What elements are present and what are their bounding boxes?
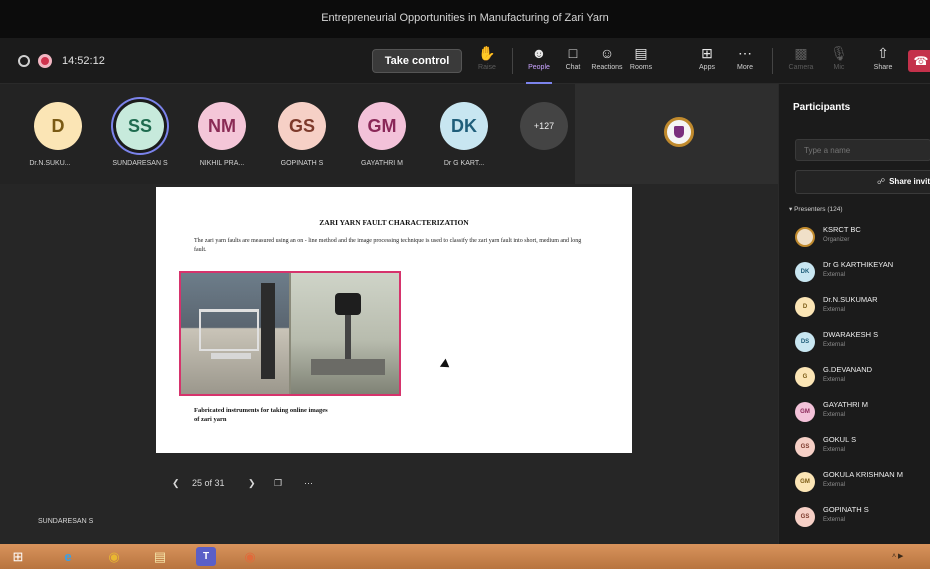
camera-icon: ▩: [794, 45, 808, 61]
avatar[interactable]: GS: [278, 102, 326, 150]
avatar[interactable]: D: [34, 102, 82, 150]
avatar: DS: [795, 332, 815, 352]
avatar-name: SUNDARESAN S: [112, 160, 168, 167]
participant-row[interactable]: D Dr.N.SUKUMAR External: [795, 295, 930, 325]
avatar-active-speaker[interactable]: SS: [116, 102, 164, 150]
participant-row[interactable]: G G.DEVANAND External: [795, 365, 930, 395]
participant-row[interactable]: GM GAYATHRI M External: [795, 400, 930, 430]
people-button[interactable]: ☻ People: [522, 44, 556, 84]
avatar-name: Dr.N.SUKU...: [29, 160, 71, 167]
slide-overview-icon[interactable]: ❐: [274, 478, 282, 489]
photo-left: [181, 273, 289, 394]
rooms-button[interactable]: ▤ Rooms: [624, 44, 658, 80]
reactions-button[interactable]: ☺ Reactions: [590, 44, 624, 80]
slide-title: ZARI YARN FAULT CHARACTERIZATION: [319, 218, 469, 227]
internet-explorer-icon[interactable]: e: [58, 547, 78, 566]
participant-row[interactable]: GM GOKULA KRISHNAN M External: [795, 470, 930, 500]
participants-panel: Participants ☍Share invit ▾ Presenters (…: [778, 84, 930, 544]
slide-counter: 25 of 31: [192, 478, 225, 488]
avatar-name: GOPINATH S: [280, 160, 324, 167]
slide-caption: Fabricated instruments for taking online…: [194, 406, 394, 424]
meeting-toolbar: 14:52:12 Take control ✋ Raise ☻ People □…: [0, 38, 930, 84]
apps-icon: ⊞: [701, 45, 713, 61]
shared-content-stage: ZARI YARN FAULT CHARACTERIZATION The zar…: [0, 184, 778, 544]
avatar: GM: [795, 402, 815, 422]
add-person-icon: ☍: [876, 177, 886, 186]
system-tray[interactable]: ˄ ▶: [892, 552, 903, 560]
participant-avatar-strip: D Dr.N.SUKU... SS SUNDARESAN S NM NIKHIL…: [0, 84, 778, 184]
next-slide-button[interactable]: ❯: [248, 478, 256, 489]
photo-right: [291, 273, 399, 394]
avatar-name: NIKHIL PRA...: [199, 160, 245, 167]
people-icon: ☻: [531, 45, 547, 61]
chat-button[interactable]: □ Chat: [556, 44, 590, 80]
raise-hand-icon: ✋: [478, 45, 496, 61]
share-icon: ⇧: [877, 45, 889, 61]
avatar: D: [795, 297, 815, 317]
participant-row[interactable]: DS DWARAKESH S External: [795, 330, 930, 360]
avatar[interactable]: DK: [440, 102, 488, 150]
instrument-photo: [179, 271, 401, 396]
rooms-icon: ▤: [634, 45, 648, 61]
share-button[interactable]: ⇧ Share: [866, 44, 900, 80]
slide-caption-line: of zari yarn: [194, 416, 227, 423]
phone-hangup-icon: ☎: [913, 54, 929, 68]
share-invite-button[interactable]: ☍ Share invit: [795, 170, 930, 194]
chat-icon: □: [568, 45, 578, 61]
participant-row[interactable]: GS GOPINATH S External: [795, 505, 930, 535]
slide-more-button[interactable]: ⋯: [304, 478, 313, 489]
avatar[interactable]: GM: [358, 102, 406, 150]
mic-icon: 🎙: [830, 45, 848, 61]
avatar-name: Dr G KART...: [443, 160, 485, 167]
slide-caption-line: Fabricated instruments for taking online…: [194, 407, 328, 414]
teams-icon[interactable]: T: [196, 547, 216, 566]
file-explorer-icon[interactable]: ▤: [150, 547, 170, 566]
reactions-icon: ☺: [599, 45, 615, 61]
previous-slide-button[interactable]: ❮: [172, 478, 180, 489]
more-button[interactable]: ⋯ More: [728, 44, 762, 80]
chrome-icon[interactable]: ◉: [104, 547, 124, 566]
raise-hand-button[interactable]: ✋ Raise: [470, 44, 504, 80]
camera-button[interactable]: ▩ Camera: [784, 44, 818, 80]
participant-row[interactable]: GS GOKUL S External: [795, 435, 930, 465]
college-logo-icon: [664, 117, 694, 147]
mic-button[interactable]: 🎙 Mic: [822, 44, 856, 80]
chrome-profile-icon[interactable]: ◉: [240, 547, 260, 566]
panel-title: Participants: [793, 102, 851, 113]
meeting-timer: 14:52:12: [62, 55, 105, 67]
window-title: Entrepreneurial Opportunities in Manufac…: [321, 12, 609, 24]
avatar: G: [795, 367, 815, 387]
more-icon: ⋯: [738, 45, 752, 61]
teams-meeting-window: Entrepreneurial Opportunities in Manufac…: [0, 0, 930, 569]
title-bar: Entrepreneurial Opportunities in Manufac…: [0, 0, 930, 38]
presentation-slide: ZARI YARN FAULT CHARACTERIZATION The zar…: [156, 187, 632, 453]
recording-icon: [38, 54, 52, 68]
windows-start-icon[interactable]: ⊞: [8, 547, 28, 566]
organizer-logo-icon: [795, 227, 815, 247]
organizer-video-tile[interactable]: [575, 84, 778, 184]
windows-taskbar: ⊞ e ◉ ▤ T ◉ ˄ ▶: [0, 544, 930, 569]
toolbar-divider: [772, 48, 773, 74]
participant-row[interactable]: DK Dr G KARTHIKEYAN External: [795, 260, 930, 290]
avatar-name: GAYATHRI M: [361, 160, 403, 167]
more-participants-button[interactable]: +127: [520, 102, 568, 150]
take-control-button[interactable]: Take control: [372, 49, 462, 73]
avatar: GM: [795, 472, 815, 492]
presenter-name-label: SUNDARESAN S: [38, 518, 94, 525]
participant-search-input[interactable]: [795, 139, 930, 161]
slide-body-text: The zari yarn faults are measured using …: [194, 238, 582, 253]
leave-call-button[interactable]: ☎: [908, 50, 930, 72]
apps-button[interactable]: ⊞ Apps: [690, 44, 724, 80]
toolbar-divider: [512, 48, 513, 74]
participant-row[interactable]: KSRCT BC Organizer: [795, 225, 930, 255]
avatar: GS: [795, 507, 815, 527]
avatar[interactable]: NM: [198, 102, 246, 150]
avatar: GS: [795, 437, 815, 457]
presenters-section-header[interactable]: ▾ Presenters (124): [789, 205, 843, 213]
avatar: DK: [795, 262, 815, 282]
shield-icon: [18, 55, 30, 67]
